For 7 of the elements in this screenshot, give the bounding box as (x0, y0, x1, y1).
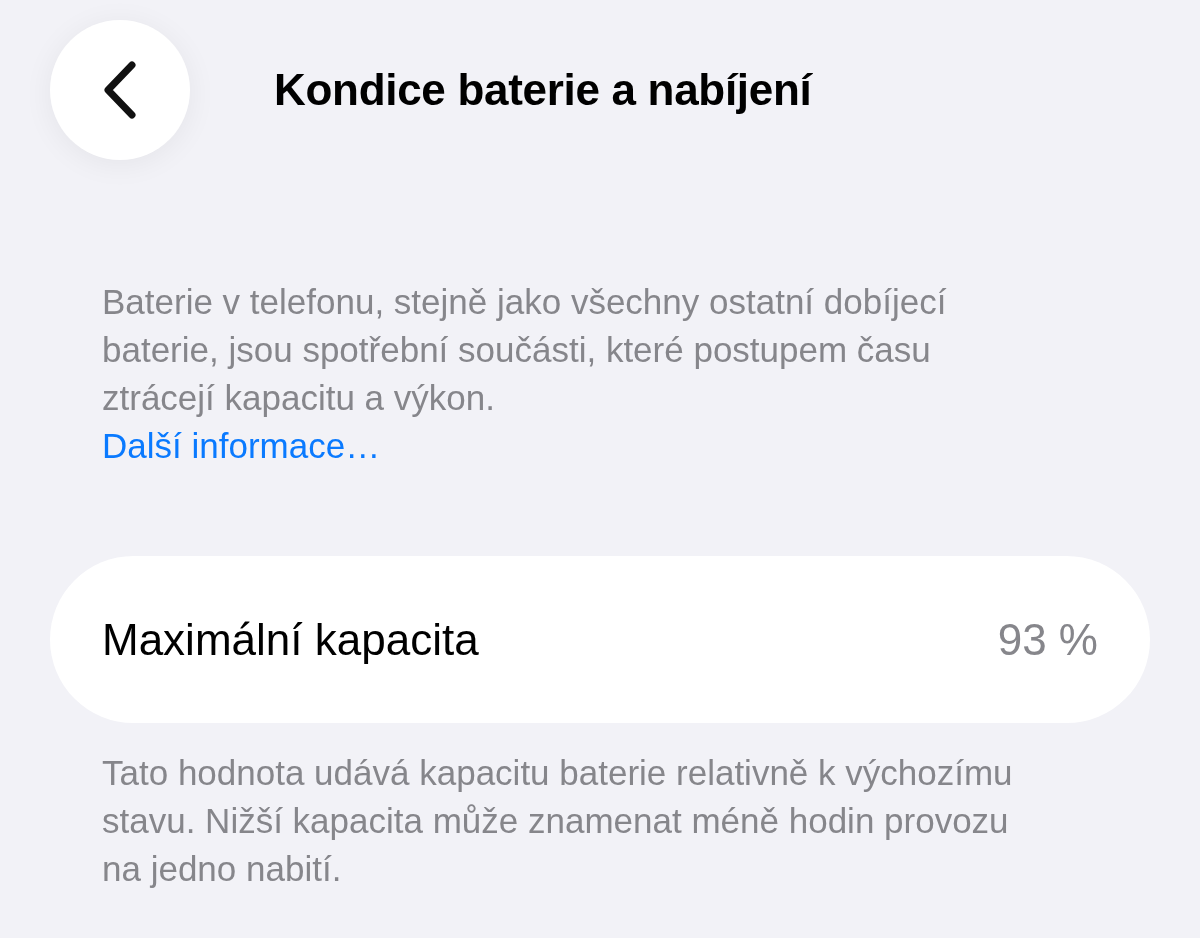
row-label: Maximální kapacita (102, 614, 479, 665)
more-info-link[interactable]: Další informace… (102, 426, 381, 465)
footer-text: Tato hodnota udává kapacitu baterie relativně k výchozímu stavu. Nižší kapacita může znamenat méně hodin provozu na jedno nabití. (101, 752, 1014, 890)
page-title: Kondice baterie a nabíjení (274, 65, 812, 115)
row-value: 93 % (997, 614, 1098, 665)
back-icon (102, 61, 138, 119)
description-text: Baterie v telefonu, stejně jako všechny ostatní dobíjecí baterie, jsou spotřební součásti, které postupem času ztrácejí kapacitu a výkon. Další informace… (101, 281, 948, 467)
